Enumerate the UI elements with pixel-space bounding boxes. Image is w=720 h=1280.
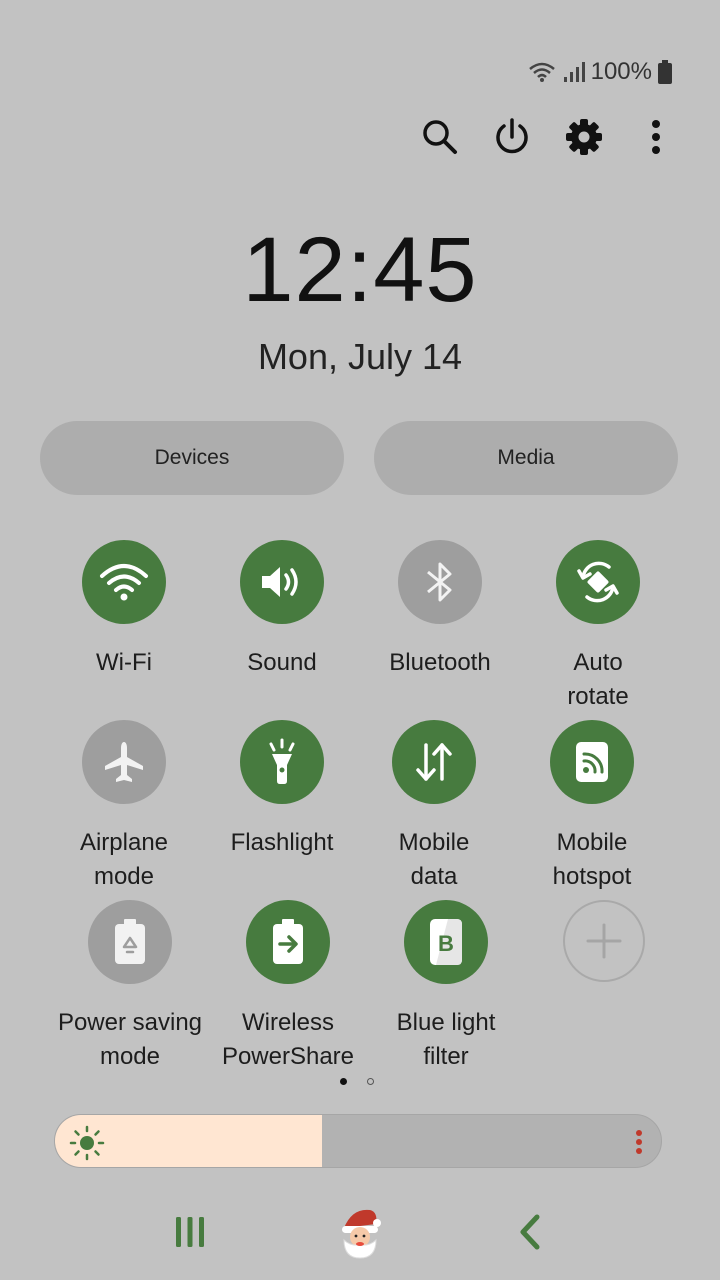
page-indicator (340, 1078, 374, 1085)
search-icon[interactable] (415, 112, 465, 162)
top-toolbar (0, 112, 720, 162)
tile-wireless-powershare[interactable]: Wireless PowerShare (208, 900, 368, 1074)
flashlight-toggle[interactable] (240, 720, 324, 804)
navigation-bar (0, 1200, 720, 1264)
date[interactable]: Mon, July 14 (0, 336, 720, 378)
tile-label: Bluetooth (389, 649, 491, 676)
tile-label: Airplane mode (79, 829, 169, 890)
mobile-data-toggle[interactable] (392, 720, 476, 804)
power-saving-icon (115, 919, 145, 964)
tile-mobile-data[interactable]: Mobile data (354, 720, 514, 894)
devices-button[interactable]: Devices (40, 421, 344, 495)
add-icon (586, 923, 622, 959)
airplane-toggle[interactable] (82, 720, 166, 804)
bluetooth-toggle[interactable] (398, 540, 482, 624)
tile-mobile-hotspot[interactable]: Mobile hotspot (512, 720, 672, 894)
tile-label: Wi-Fi (96, 649, 152, 676)
battery-icon (658, 60, 672, 84)
brightness-slider[interactable] (54, 1114, 662, 1168)
wifi-status-icon (528, 62, 555, 82)
tile-wifi[interactable]: Wi-Fi (44, 540, 204, 680)
wifi-toggle[interactable] (82, 540, 166, 624)
brightness-options-icon[interactable] (635, 1129, 643, 1155)
tile-label: Sound (247, 649, 317, 676)
tile-sound[interactable]: Sound (202, 540, 362, 680)
tile-label: Auto rotate (567, 649, 629, 710)
recents-icon[interactable] (160, 1200, 220, 1264)
tile-label: Flashlight (230, 829, 334, 856)
tile-auto-rotate[interactable]: Auto rotate (518, 540, 678, 714)
wifi-icon (100, 564, 148, 601)
power-icon[interactable] (487, 112, 537, 162)
tile-label: Wireless PowerShare (221, 1009, 355, 1070)
tile-blue-light-filter[interactable]: B Blue light filter (366, 900, 526, 1074)
media-button[interactable]: Media (374, 421, 678, 495)
tile-label: Power saving mode (57, 1009, 203, 1070)
sound-toggle[interactable] (240, 540, 324, 624)
add-tile-button[interactable] (563, 900, 645, 982)
santa-home-icon[interactable] (330, 1200, 390, 1264)
tile-bluetooth[interactable]: Bluetooth (360, 540, 520, 680)
blue-light-icon: B (430, 919, 462, 965)
power-saving-toggle[interactable] (88, 900, 172, 984)
mobile-hotspot-toggle[interactable] (550, 720, 634, 804)
page-dot (367, 1078, 374, 1085)
tile-power-saving[interactable]: Power saving mode (50, 900, 210, 1074)
tile-airplane[interactable]: Airplane mode (44, 720, 204, 894)
hotspot-icon (576, 742, 608, 782)
powershare-icon (273, 919, 303, 964)
wireless-powershare-toggle[interactable] (246, 900, 330, 984)
sound-icon (262, 567, 298, 597)
more-vertical-icon[interactable] (631, 112, 681, 162)
svg-text:B: B (438, 931, 454, 956)
mobile-data-icon (416, 743, 452, 781)
auto-rotate-icon (577, 561, 619, 603)
flashlight-icon (269, 738, 295, 784)
sun-icon (69, 1125, 105, 1161)
bluetooth-icon (427, 562, 452, 602)
gear-icon[interactable] (559, 112, 609, 162)
back-icon[interactable] (500, 1200, 560, 1264)
airplane-icon (105, 742, 143, 782)
tile-label: Blue light filter (396, 1009, 496, 1070)
tile-flashlight[interactable]: Flashlight (202, 720, 362, 860)
clock[interactable]: 12:45 (0, 218, 720, 323)
tile-label: Mobile data (398, 829, 470, 890)
page-dot-current (340, 1078, 347, 1085)
blue-light-filter-toggle[interactable]: B (404, 900, 488, 984)
auto-rotate-toggle[interactable] (556, 540, 640, 624)
signal-icon (563, 62, 585, 82)
tile-label: Mobile hotspot (552, 829, 632, 890)
battery-percentage: 100% (590, 58, 652, 85)
status-bar: 100% (527, 56, 672, 88)
tile-add[interactable] (524, 900, 684, 982)
